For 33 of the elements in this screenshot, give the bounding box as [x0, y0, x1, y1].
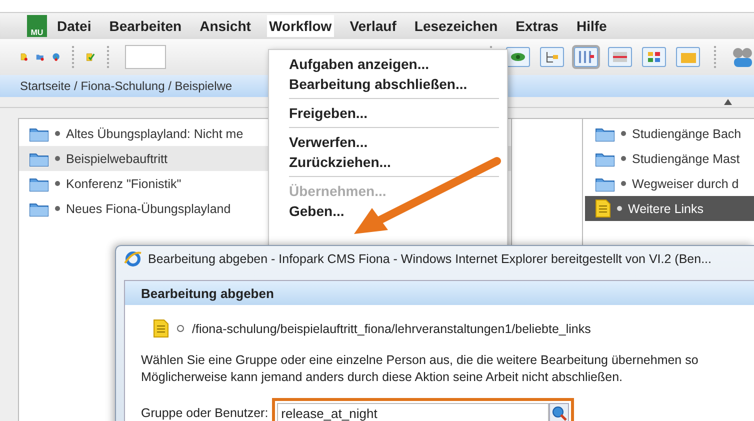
menu-item[interactable]: Workflow [266, 15, 334, 37]
row-label: Beispielwebauftritt [66, 152, 168, 166]
tree-row[interactable]: Studiengänge Mast [585, 146, 754, 171]
tree-row[interactable]: Wegweiser durch d [585, 171, 754, 196]
row-label: Altes Übungsplayland: Nicht me [66, 126, 244, 140]
menu-item[interactable]: Extras [514, 15, 560, 37]
row-label: Studiengänge Bach [632, 126, 742, 140]
menu-entry[interactable]: Geben... [269, 201, 507, 221]
row-label: Neues Fiona-Übungsplayland [66, 202, 231, 216]
row-label: Konferenz "Fionistik" [66, 176, 182, 190]
tree-row[interactable]: Weitere Links [585, 196, 754, 221]
dialog-heading: Bearbeitung abgeben [141, 286, 274, 300]
menu-item[interactable]: Ansicht [198, 15, 253, 37]
tree-row[interactable]: Studiengänge Bach [585, 121, 754, 146]
row-label: Weitere Links [628, 202, 704, 216]
instruction-text: Wählen Sie eine Gruppe oder eine einzelne Person aus, die die weitere Bearbeitung übernehmen so Möglicherweise kann jemand anders durch diese Aktion seine Arbeit nicht abschließen. [141, 352, 700, 386]
field-label: Gruppe oder Benutzer: [141, 406, 268, 420]
menu-item[interactable]: Hilfe [574, 15, 609, 37]
file-path: /fiona-schulung/beispielauftritt_fiona/lehrveranstaltungen1/beliebte_links [192, 322, 591, 336]
breadcrumb[interactable]: Startseite / Fiona-Schulung / Beispielwe [20, 79, 232, 93]
menu-entry[interactable]: Zurückziehen... [269, 152, 507, 172]
logo: MU [27, 15, 47, 37]
menu-entry[interactable]: Bearbeitung abschließen... [269, 74, 507, 94]
menu-item[interactable]: Datei [55, 15, 94, 37]
menu-entry[interactable]: Freigeben... [269, 103, 507, 123]
row-label: Studiengänge Mast [632, 152, 740, 166]
window-title: Bearbeitung abgeben - Infopark CMS Fiona - Windows Internet Explorer bereitgestellt von VI.2 (Ben... [148, 252, 712, 266]
menu-entry[interactable]: Aufgaben anzeigen... [269, 54, 507, 74]
menu-item[interactable]: Bearbeiten [107, 15, 184, 37]
menu-item[interactable]: Verlauf [348, 15, 398, 37]
row-label: Wegweiser durch d [632, 176, 739, 190]
menu-item[interactable]: Lesezeichen [412, 15, 500, 37]
user-field[interactable]: release_at_night [272, 398, 574, 421]
